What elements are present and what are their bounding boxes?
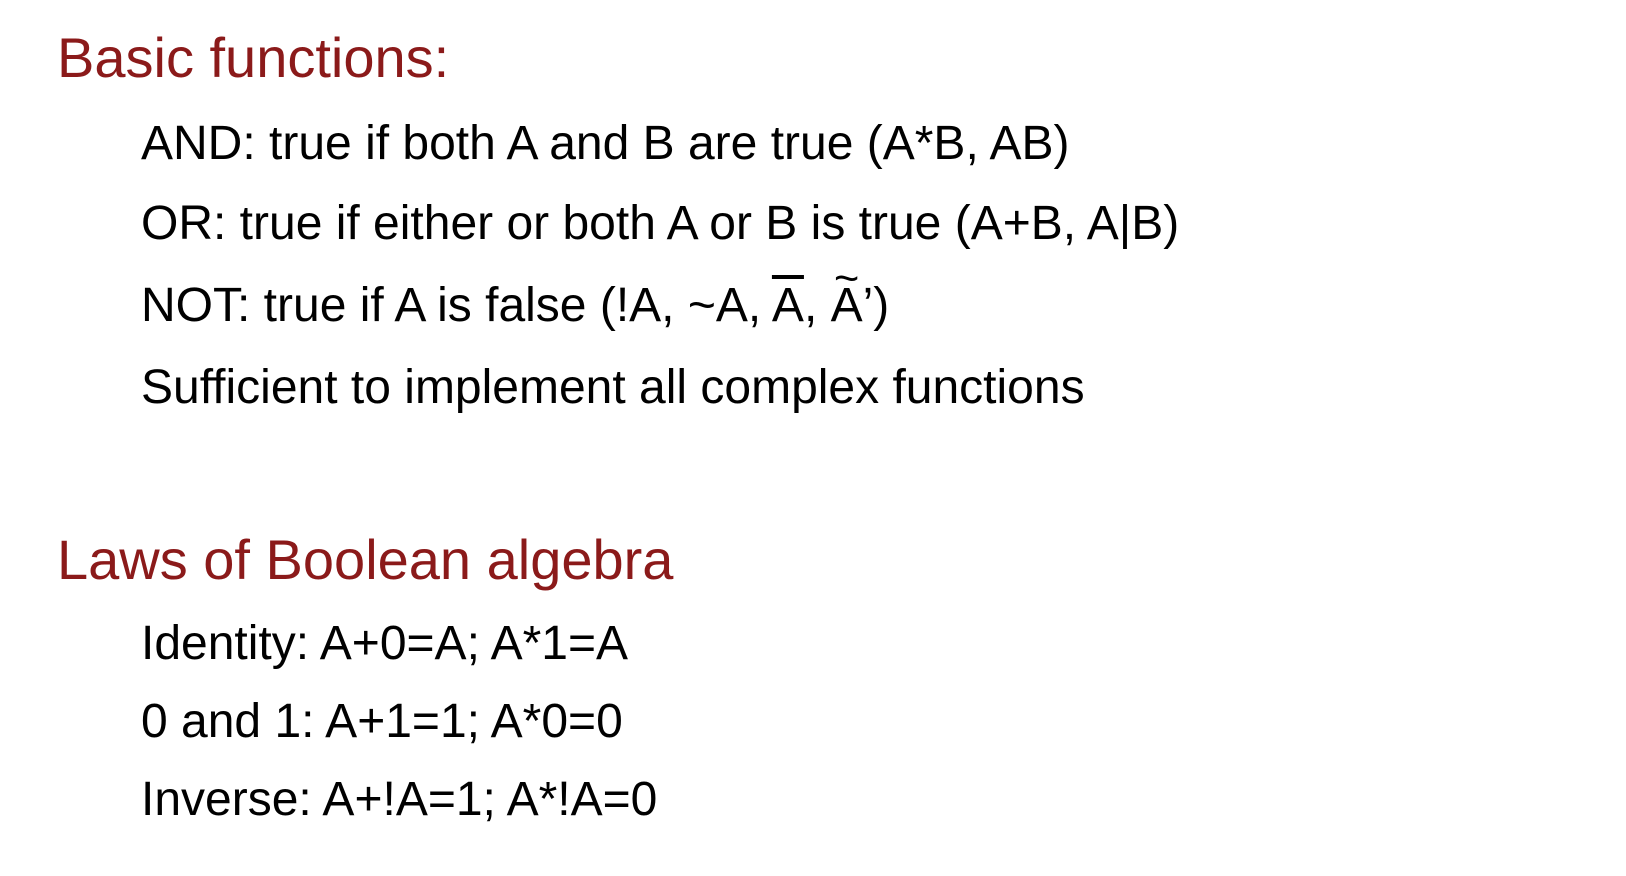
not-definition-prefix: NOT: true if A is false (!A, ~A, bbox=[141, 279, 772, 332]
not-definition: NOT: true if A is false (!A, ~A, A, A’) bbox=[141, 258, 890, 332]
not-a-overbar: A bbox=[771, 279, 804, 332]
or-definition: OR: true if either or both A or B is tru… bbox=[141, 197, 1180, 250]
inverse-law: Inverse: A+!A=1; A*!A=0 bbox=[141, 773, 658, 826]
and-definition: AND: true if both A and B are true (A*B,… bbox=[141, 117, 1070, 170]
slide: Basic functions: AND: true if both A and… bbox=[0, 0, 1626, 876]
basic-functions-heading: Basic functions: bbox=[57, 26, 450, 89]
identity-law: Identity: A+0=A; A*1=A bbox=[141, 617, 629, 670]
laws-heading: Laws of Boolean algebra bbox=[57, 528, 674, 591]
not-definition-suffix: ’) bbox=[862, 279, 890, 332]
sufficiency-note: Sufficient to implement all complex func… bbox=[141, 361, 1085, 414]
not-a-tilde: A bbox=[831, 258, 863, 330]
not-definition-separator: , bbox=[803, 279, 831, 332]
zero-one-law: 0 and 1: A+1=1; A*0=0 bbox=[141, 695, 623, 748]
